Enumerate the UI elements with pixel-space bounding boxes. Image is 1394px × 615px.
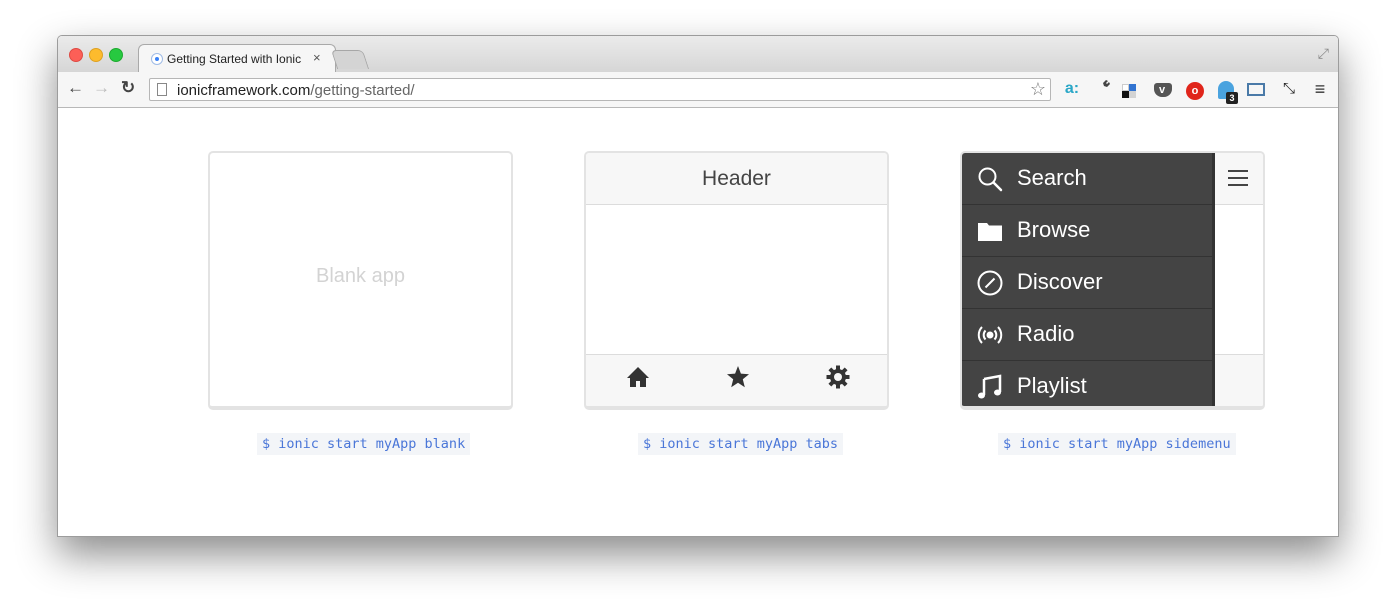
tab-close-icon[interactable]: × xyxy=(313,50,321,65)
tabs-header: Header xyxy=(586,153,887,205)
compass-icon xyxy=(977,270,1003,296)
radio-icon xyxy=(977,322,1003,348)
extension-badge: 3 xyxy=(1226,92,1238,104)
tabs-app-card[interactable]: Header xyxy=(584,151,889,410)
menu-item-label: Search xyxy=(1017,165,1087,190)
home-icon xyxy=(626,365,650,394)
fullscreen-icon[interactable]: ⤢ xyxy=(1318,45,1329,62)
tab-bar xyxy=(586,354,887,406)
menu-item-label: Browse xyxy=(1017,217,1091,242)
side-menu: Search Browse Discover Radio Playlist xyxy=(962,153,1215,406)
menu-item-browse[interactable]: Browse xyxy=(962,205,1212,257)
zoom-window-button[interactable] xyxy=(109,48,123,62)
folder-icon xyxy=(977,218,1003,244)
favicon-icon xyxy=(151,53,163,65)
wrench-extension-icon[interactable] xyxy=(1092,79,1114,101)
screen-capture-extension-icon[interactable] xyxy=(1247,83,1265,96)
adblock-extension-icon[interactable]: o xyxy=(1186,82,1204,100)
blank-app-card[interactable]: Blank app xyxy=(208,151,513,410)
minimize-window-button[interactable] xyxy=(89,48,103,62)
browser-window: Getting Started with Ionic × ⤢ ← → ↻ ion… xyxy=(57,35,1339,537)
search-icon xyxy=(977,166,1003,192)
blank-app-label: Blank app xyxy=(316,265,405,287)
collapse-arrows-icon[interactable]: ⤡ xyxy=(1278,79,1300,99)
browser-toolbar: ← → ↻ ionicframework.com/getting-started… xyxy=(58,72,1338,108)
sidemenu-footer xyxy=(1215,354,1263,406)
blank-command: $ ionic start myApp blank xyxy=(257,433,471,455)
tab-title: Getting Started with Ionic xyxy=(167,52,302,66)
menu-item-playlist[interactable]: Playlist xyxy=(962,361,1212,406)
pocket-extension-icon[interactable] xyxy=(1154,80,1172,100)
title-bar: Getting Started with Ionic × ⤢ xyxy=(58,36,1338,73)
menu-item-label: Discover xyxy=(1017,269,1103,294)
bookmark-star-icon[interactable]: ☆ xyxy=(1030,79,1046,100)
back-button[interactable]: ← xyxy=(67,79,84,96)
sidemenu-header xyxy=(1215,153,1263,205)
menu-item-radio[interactable]: Radio xyxy=(962,309,1212,361)
delicious-extension-icon[interactable] xyxy=(1122,84,1136,98)
menu-item-search[interactable]: Search xyxy=(962,153,1212,205)
sidemenu-app-card[interactable]: Search Browse Discover Radio Playlist xyxy=(960,151,1265,410)
menu-item-discover[interactable]: Discover xyxy=(962,257,1212,309)
gear-icon xyxy=(826,365,850,394)
url-path: /getting-started/ xyxy=(310,82,415,99)
close-window-button[interactable] xyxy=(69,48,83,62)
browser-tab[interactable]: Getting Started with Ionic × xyxy=(138,44,336,73)
chrome-menu-icon[interactable]: ≡ xyxy=(1309,79,1331,99)
sidemenu-command: $ ionic start myApp sidemenu xyxy=(998,433,1236,455)
star-icon xyxy=(726,365,750,394)
new-tab-button[interactable] xyxy=(330,50,370,69)
amazon-extension-icon[interactable]: a: xyxy=(1061,79,1083,99)
hamburger-menu-icon[interactable] xyxy=(1227,169,1249,192)
page-content: Blank app Header Search Browse Discover … xyxy=(58,108,1338,536)
music-note-icon xyxy=(977,374,1003,400)
page-icon xyxy=(157,83,167,96)
tabs-command: $ ionic start myApp tabs xyxy=(638,433,844,455)
forward-button[interactable]: → xyxy=(93,79,110,96)
reload-button[interactable]: ↻ xyxy=(121,79,135,96)
menu-item-label: Playlist xyxy=(1017,373,1087,398)
menu-item-label: Radio xyxy=(1017,321,1075,346)
url-text[interactable]: ionicframework.com/getting-started/ xyxy=(177,82,415,99)
address-bar[interactable]: ionicframework.com/getting-started/ ☆ xyxy=(149,78,1051,101)
url-host: ionicframework.com xyxy=(177,82,311,99)
